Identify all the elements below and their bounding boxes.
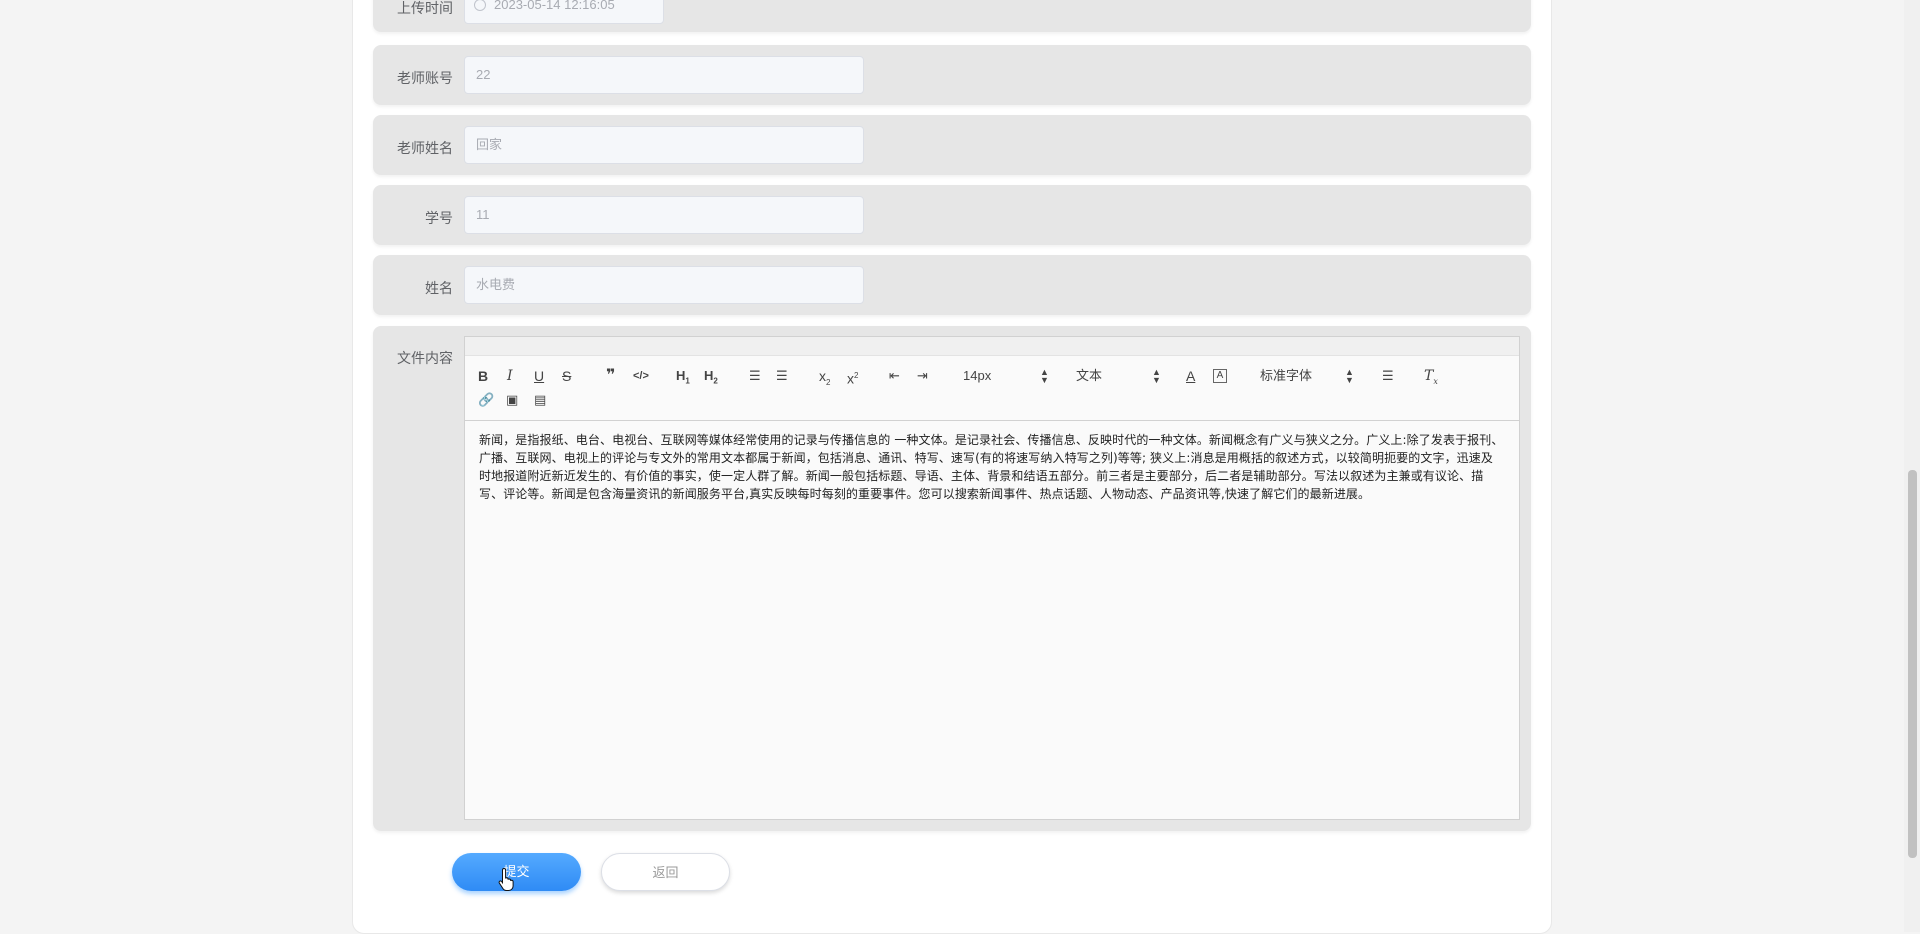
scrollbar-thumb[interactable] — [1908, 470, 1917, 858]
student-id-field[interactable]: 11 — [464, 196, 864, 234]
page-scrollbar[interactable] — [1904, 0, 1920, 932]
hand-cursor-icon — [498, 867, 514, 891]
header-caret-icon: ▲ ▼ — [1152, 367, 1161, 385]
editor-content[interactable]: 新闻，是指报纸、电台、电视台、互联网等媒体经常使用的记录与传播信息的 一种文体。… — [465, 421, 1519, 513]
indent-icon[interactable]: ⇥ — [917, 367, 928, 385]
file-content-row: 文件内容 B I U S ❞ </> H1 H2 ☰ ☰ x2 x2 ⇤ ⇥ 1… — [373, 326, 1531, 831]
header-select[interactable]: 文本 — [1076, 367, 1102, 385]
upload-time-row: 上传时间 2023-05-14 12:16:05 — [373, 0, 1531, 32]
clear-format-icon[interactable]: Tx — [1424, 367, 1438, 386]
underline-icon[interactable]: U — [534, 367, 544, 385]
align-left-icon[interactable]: ☰ — [1382, 367, 1394, 385]
superscript-icon[interactable]: x2 — [847, 367, 858, 387]
back-button[interactable]: 返回 — [601, 853, 730, 891]
upload-time-field[interactable]: 2023-05-14 12:16:05 — [464, 0, 664, 24]
upload-time-value: 2023-05-14 12:16:05 — [494, 0, 615, 12]
background-color-icon[interactable]: A — [1213, 369, 1227, 383]
clock-icon — [474, 0, 486, 11]
name-field[interactable]: 水电费 — [464, 266, 864, 304]
teacher-name-label: 老师姓名 — [397, 140, 453, 156]
teacher-account-label: 老师账号 — [397, 70, 453, 86]
student-id-row: 学号 11 — [373, 185, 1531, 245]
link-icon[interactable]: 🔗 — [478, 391, 494, 409]
heading2-icon[interactable]: H2 — [704, 367, 718, 386]
font-size-select[interactable]: 14px — [963, 367, 991, 385]
heading1-icon[interactable]: H1 — [676, 367, 690, 386]
ordered-list-icon[interactable]: ☰ — [749, 367, 761, 385]
blockquote-icon[interactable]: ❞ — [606, 367, 615, 385]
submit-button[interactable]: 提交 — [452, 853, 581, 891]
code-block-icon[interactable]: </> — [633, 367, 649, 385]
teacher-name-field[interactable]: 回家 — [464, 126, 864, 164]
rich-text-editor: B I U S ❞ </> H1 H2 ☰ ☰ x2 x2 ⇤ ⇥ 14px ▲… — [464, 336, 1520, 820]
upload-time-label: 上传时间 — [397, 0, 453, 16]
bullet-list-icon[interactable]: ☰ — [776, 367, 788, 385]
outdent-icon[interactable]: ⇤ — [889, 367, 900, 385]
name-label: 姓名 — [425, 280, 453, 296]
teacher-name-row: 老师姓名 回家 — [373, 115, 1531, 175]
italic-icon[interactable]: I — [507, 367, 513, 385]
student-id-label: 学号 — [425, 210, 453, 226]
font-family-select[interactable]: 标准字体 — [1260, 367, 1312, 385]
teacher-account-row: 老师账号 22 — [373, 45, 1531, 105]
subscript-icon[interactable]: x2 — [819, 367, 830, 387]
name-row: 姓名 水电费 — [373, 255, 1531, 315]
editor-top-bar — [465, 337, 1519, 356]
image-icon[interactable]: ▣ — [506, 391, 518, 409]
font-family-caret-icon: ▲ ▼ — [1345, 367, 1354, 385]
teacher-account-field[interactable]: 22 — [464, 56, 864, 94]
strike-icon[interactable]: S — [562, 367, 571, 385]
font-color-icon[interactable]: A — [1186, 367, 1195, 385]
file-content-label: 文件内容 — [397, 350, 453, 366]
font-size-caret-icon: ▲ ▼ — [1040, 367, 1049, 385]
video-icon[interactable]: ▤ — [534, 391, 546, 409]
bold-icon[interactable]: B — [478, 367, 488, 385]
editor-toolbar: B I U S ❞ </> H1 H2 ☰ ☰ x2 x2 ⇤ ⇥ 14px ▲… — [465, 356, 1519, 421]
